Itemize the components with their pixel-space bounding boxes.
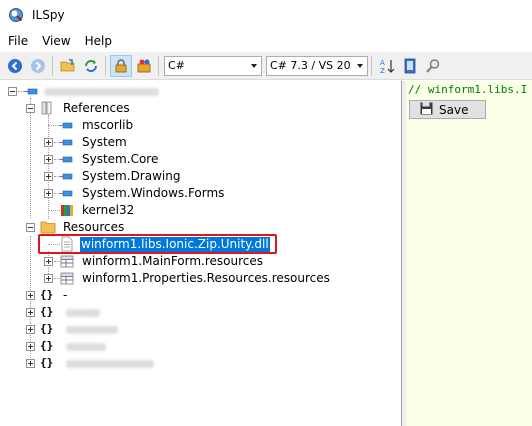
version-value: C# 7.3 / VS 20 bbox=[270, 59, 351, 72]
assembly-icon bbox=[59, 117, 75, 133]
reference-label: System bbox=[82, 135, 127, 149]
redacted-text bbox=[66, 342, 106, 351]
expand-icon[interactable] bbox=[26, 359, 35, 368]
expand-icon[interactable] bbox=[44, 274, 53, 283]
expand-icon[interactable] bbox=[44, 155, 53, 164]
collapse-icon[interactable] bbox=[8, 87, 17, 96]
save-button-label: Save bbox=[439, 102, 469, 117]
tree-node-namespace[interactable]: {} bbox=[0, 338, 106, 355]
toolbar-separator bbox=[158, 55, 159, 76]
open-folder-icon[interactable] bbox=[57, 55, 79, 77]
resources-label: Resources bbox=[63, 220, 125, 234]
ilspy-logo-icon bbox=[8, 7, 24, 23]
expand-icon[interactable] bbox=[26, 291, 35, 300]
redacted-text bbox=[66, 308, 100, 317]
sort-icon[interactable]: AZ bbox=[376, 55, 398, 77]
tree-node-reference[interactable]: mscorlib bbox=[0, 117, 134, 134]
show-all-icon[interactable] bbox=[133, 55, 155, 77]
assembly-icon bbox=[59, 134, 75, 150]
expand-icon[interactable] bbox=[44, 172, 53, 181]
toolbar: C# C# 7.3 / VS 20 AZ bbox=[0, 52, 532, 80]
window-title: ILSpy bbox=[32, 8, 65, 22]
save-button[interactable]: Save bbox=[409, 100, 486, 119]
namespace-label: - bbox=[63, 288, 68, 302]
assembly-icon bbox=[59, 185, 75, 201]
forward-icon[interactable] bbox=[27, 55, 49, 77]
svg-text:Z: Z bbox=[380, 67, 385, 74]
collapse-icon[interactable] bbox=[26, 223, 35, 232]
tree-node-reference[interactable]: System.Core bbox=[0, 151, 159, 168]
reference-label: System.Windows.Forms bbox=[82, 186, 225, 200]
menu-view[interactable]: View bbox=[35, 30, 77, 52]
resource-label: winform1.MainForm.resources bbox=[82, 254, 264, 268]
tree-node-reference[interactable]: System.Windows.Forms bbox=[0, 185, 225, 202]
expand-icon[interactable] bbox=[44, 257, 53, 266]
svg-text:A: A bbox=[380, 59, 385, 67]
version-dropdown[interactable]: C# 7.3 / VS 20 bbox=[266, 55, 368, 76]
toolbar-separator bbox=[105, 55, 106, 76]
decompiled-view[interactable]: // winform1.libs.I Save bbox=[406, 81, 532, 426]
namespace-icon: {} bbox=[40, 288, 54, 301]
reference-label: System.Core bbox=[82, 152, 159, 166]
reference-label: System.Drawing bbox=[82, 169, 181, 183]
tree-node-namespace[interactable]: {} bbox=[0, 321, 118, 338]
reference-label: kernel32 bbox=[82, 203, 135, 217]
namespace-icon: {} bbox=[40, 322, 54, 335]
assembly-tree[interactable]: References mscorlib System System.Core S… bbox=[0, 81, 402, 426]
expand-icon[interactable] bbox=[26, 325, 35, 334]
floppy-disk-icon bbox=[420, 102, 433, 118]
assembly-icon bbox=[24, 83, 40, 99]
tree-node-references[interactable]: References bbox=[0, 100, 131, 117]
library-icon bbox=[59, 202, 75, 218]
search-icon[interactable] bbox=[422, 55, 444, 77]
tree-node-namespace[interactable]: {} - bbox=[0, 287, 68, 304]
reference-label: mscorlib bbox=[82, 118, 134, 132]
language-value: C# bbox=[168, 59, 185, 72]
toolbar-separator bbox=[52, 55, 53, 76]
menu-bar: File View Help bbox=[0, 30, 532, 52]
tree-node-namespace[interactable]: {} bbox=[0, 355, 154, 372]
resource-table-icon bbox=[59, 253, 75, 269]
chevron-down-icon bbox=[357, 63, 363, 68]
toolbar-separator bbox=[371, 55, 372, 76]
namespace-icon: {} bbox=[40, 356, 54, 369]
references-icon bbox=[40, 100, 56, 116]
references-label: References bbox=[63, 101, 130, 115]
lock-icon[interactable] bbox=[110, 54, 132, 77]
code-comment: // winform1.libs.I bbox=[408, 83, 528, 96]
expand-icon[interactable] bbox=[26, 342, 35, 351]
redacted-text bbox=[66, 325, 118, 334]
expand-icon[interactable] bbox=[44, 138, 53, 147]
chevron-down-icon bbox=[251, 63, 257, 68]
tree-node-resource[interactable]: winform1.Properties.Resources.resources bbox=[0, 270, 331, 287]
bookmark-icon[interactable] bbox=[399, 55, 421, 77]
assembly-icon bbox=[59, 168, 75, 184]
selection-highlight bbox=[38, 234, 277, 254]
menu-help[interactable]: Help bbox=[78, 30, 119, 52]
tree-node-reference[interactable]: System bbox=[0, 134, 128, 151]
redacted-text bbox=[44, 87, 159, 96]
language-dropdown[interactable]: C# bbox=[164, 55, 262, 76]
collapse-icon[interactable] bbox=[26, 104, 35, 113]
tree-root-node[interactable] bbox=[0, 83, 159, 100]
tree-node-namespace[interactable]: {} bbox=[0, 304, 100, 321]
title-bar: ILSpy bbox=[0, 0, 532, 30]
assembly-icon bbox=[59, 151, 75, 167]
namespace-icon: {} bbox=[40, 339, 54, 352]
tree-node-resource[interactable]: winform1.MainForm.resources bbox=[0, 253, 264, 270]
back-icon[interactable] bbox=[4, 55, 26, 77]
tree-node-reference[interactable]: System.Drawing bbox=[0, 168, 181, 185]
menu-file[interactable]: File bbox=[0, 30, 35, 52]
expand-icon[interactable] bbox=[44, 189, 53, 198]
tree-node-reference[interactable]: kernel32 bbox=[0, 202, 135, 219]
expand-icon[interactable] bbox=[26, 308, 35, 317]
folder-icon bbox=[40, 219, 56, 235]
refresh-icon[interactable] bbox=[80, 55, 102, 77]
redacted-text bbox=[66, 359, 154, 368]
resource-table-icon bbox=[59, 270, 75, 286]
namespace-icon: {} bbox=[40, 305, 54, 318]
resource-label: winform1.Properties.Resources.resources bbox=[82, 271, 330, 285]
